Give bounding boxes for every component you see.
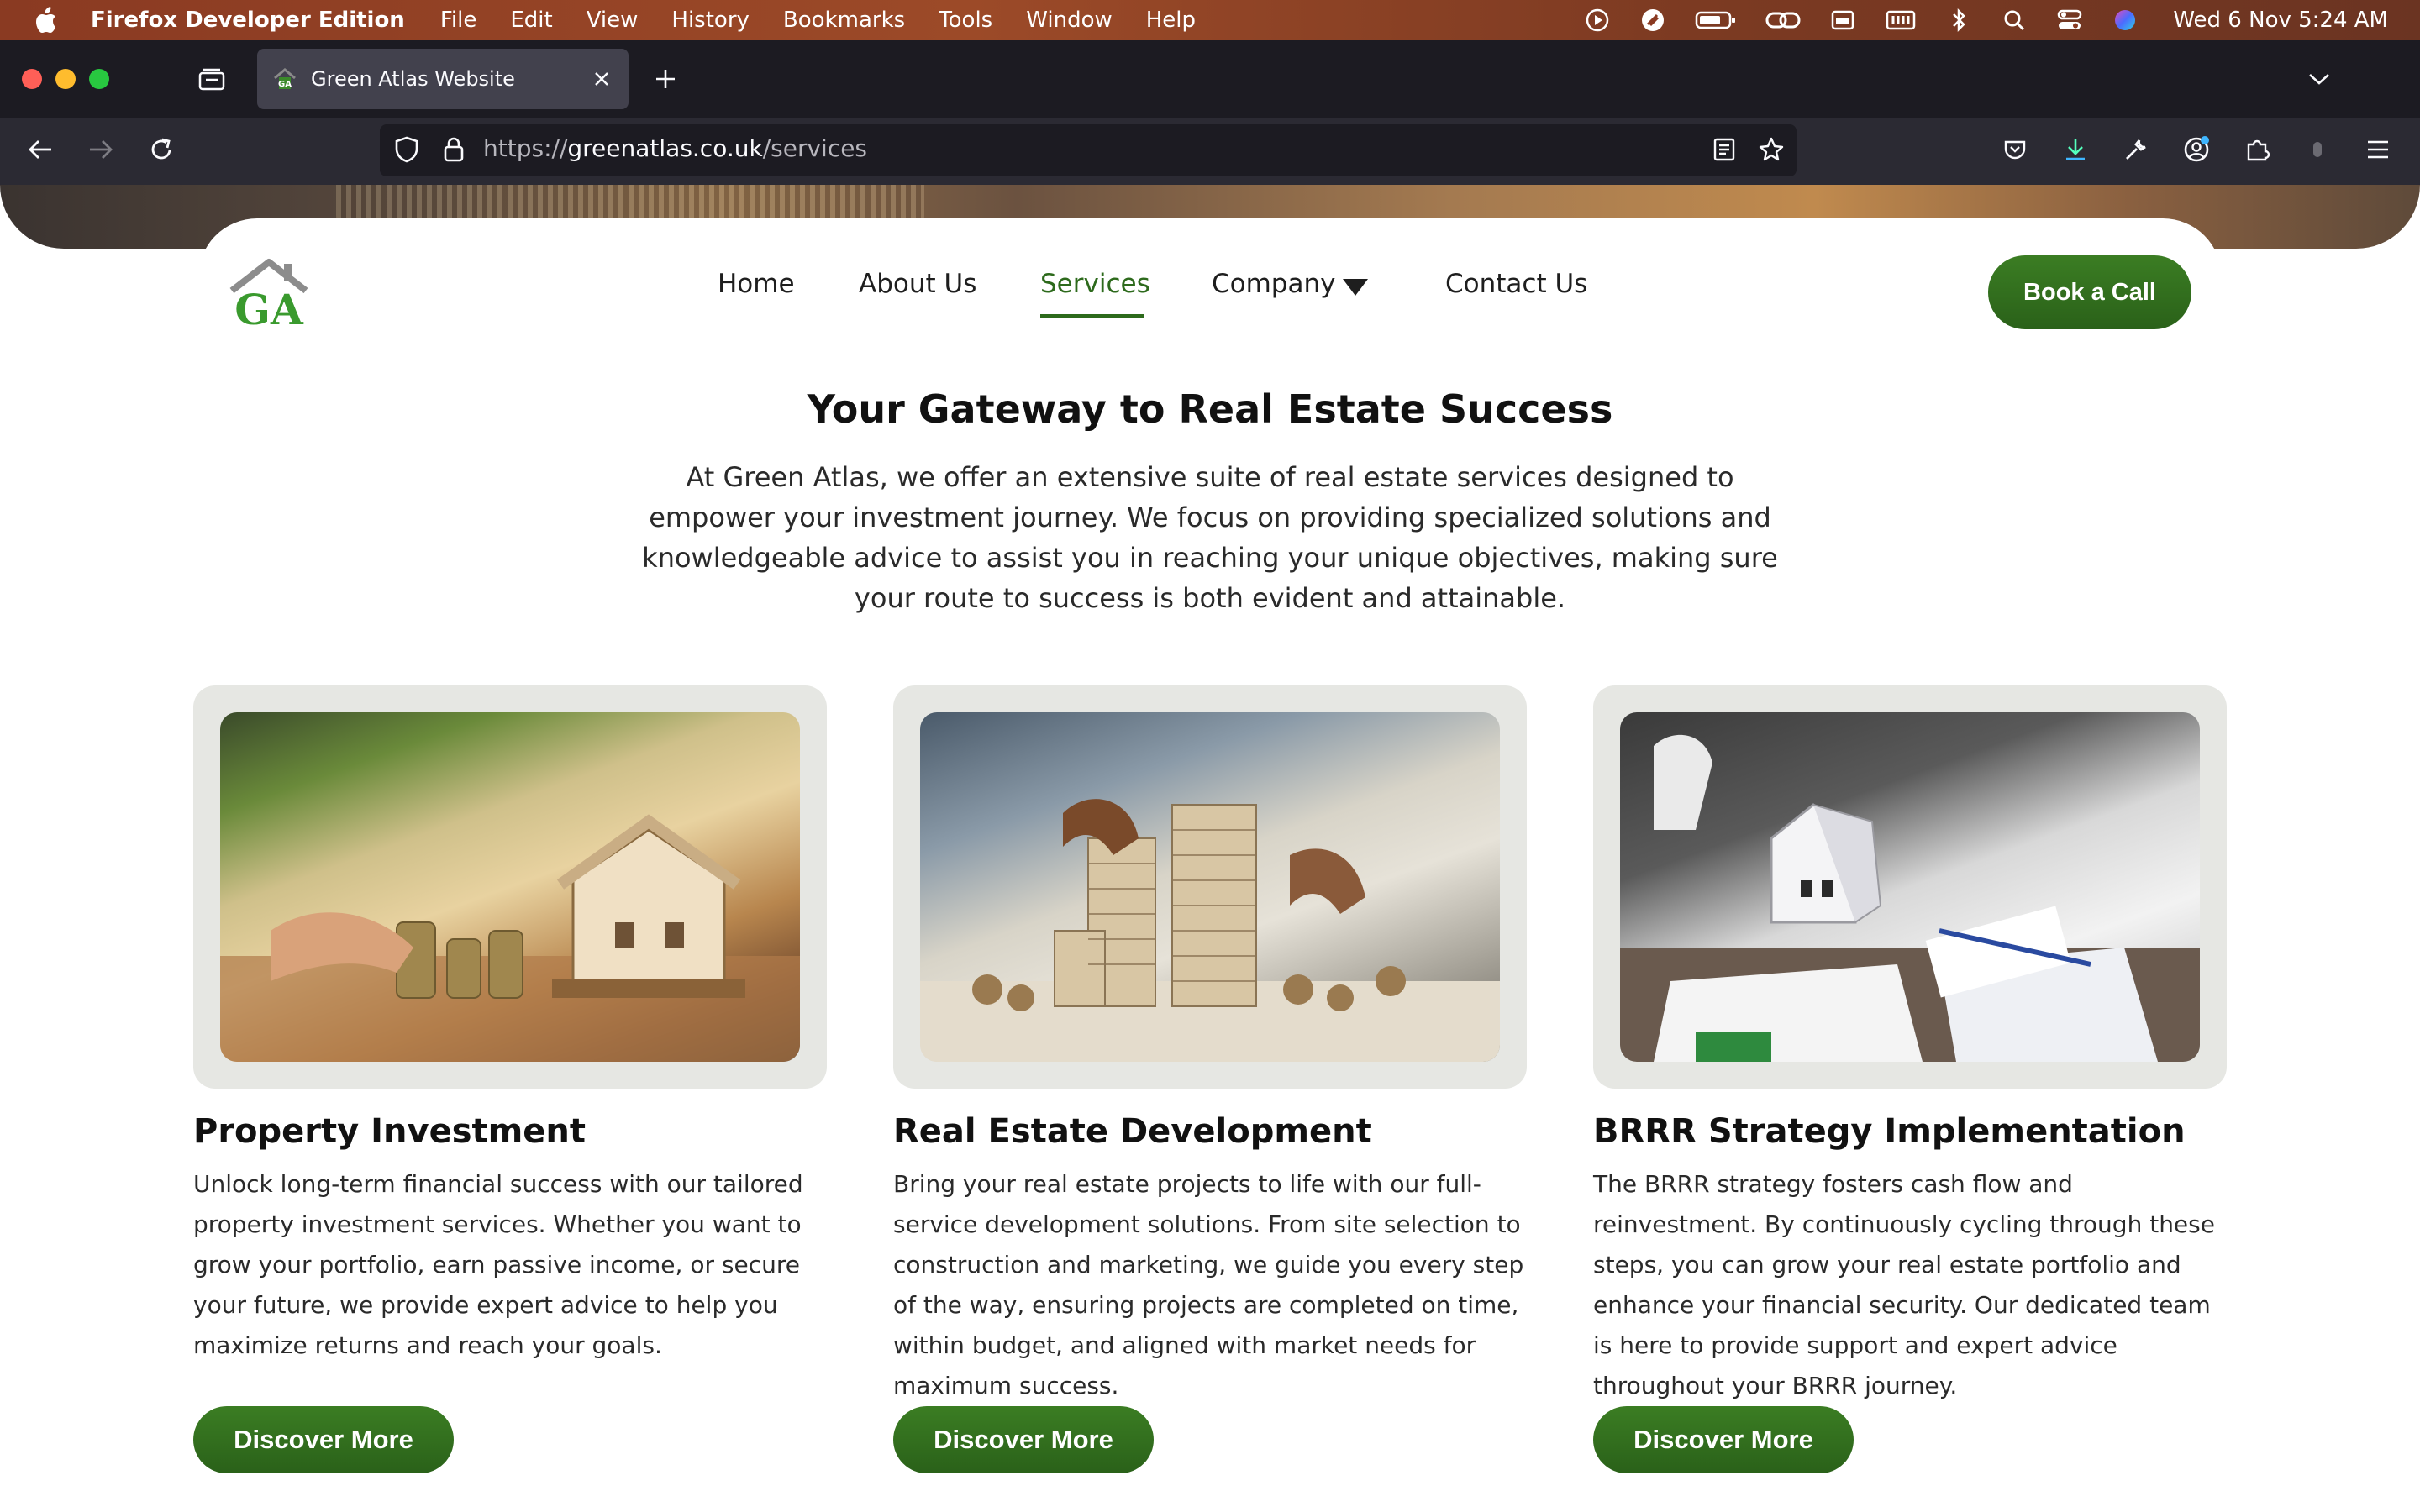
menubar-status-area: Wed 6 Nov 5:24 AM [1583, 0, 2388, 40]
menubar-clock[interactable]: Wed 6 Nov 5:24 AM [2173, 8, 2388, 33]
intro-paragraph: At Green Atlas, we offer an extensive su… [642, 461, 1778, 614]
company-dropdown-caret-icon[interactable] [1343, 279, 1368, 296]
property-investment-image [220, 712, 800, 1062]
calendar-icon[interactable] [1828, 6, 1857, 34]
service-title: BRRR Strategy Implementation [1593, 1112, 2186, 1151]
apple-logo-icon[interactable] [32, 6, 60, 34]
green-atlas-logo-icon[interactable]: GA [227, 257, 311, 329]
firefox-view-icon[interactable] [195, 62, 229, 96]
discover-more-button[interactable]: Discover More [893, 1406, 1154, 1473]
nav-about-link[interactable]: About Us [859, 269, 976, 299]
nav-home-link[interactable]: Home [718, 269, 795, 299]
service-title: Real Estate Development [893, 1112, 1372, 1151]
svg-text:GA: GA [234, 285, 304, 329]
new-tab-plus-icon[interactable] [649, 62, 682, 96]
menu-help[interactable]: Help [1146, 8, 1196, 33]
extensions-puzzle-icon[interactable] [2238, 131, 2275, 168]
brrr-strategy-image [1620, 712, 2200, 1062]
service-description: Bring your real estate projects to life … [893, 1170, 1524, 1399]
back-arrow-icon[interactable] [22, 131, 59, 168]
battery-icon[interactable] [1694, 6, 1738, 34]
developer-tools-wrench-icon[interactable] [2118, 131, 2154, 168]
window-zoom-button[interactable] [89, 69, 109, 89]
url-domain: greenatlas.co.uk [567, 134, 763, 162]
nav-active-underline [1040, 314, 1144, 318]
app-menu-hamburger-icon[interactable] [2360, 131, 2396, 168]
window-minimize-button[interactable] [55, 69, 76, 89]
extension-mic-icon[interactable] [2299, 131, 2336, 168]
discover-more-button[interactable]: Discover More [193, 1406, 454, 1473]
url-scheme: https:// [483, 134, 568, 162]
link-icon[interactable] [1765, 6, 1802, 34]
control-center-icon[interactable] [2055, 6, 2084, 34]
list-all-tabs-chevron-icon[interactable] [2302, 62, 2336, 96]
reader-view-icon[interactable] [1706, 131, 1743, 168]
page-headline: Your Gateway to Real Estate Success [807, 386, 1613, 432]
tracking-protection-shield-icon[interactable] [388, 131, 425, 168]
web-page: GA Home About Us Services Company Contac… [0, 185, 2420, 1512]
menu-window[interactable]: Window [1026, 8, 1113, 33]
reeder-icon[interactable] [1639, 6, 1667, 34]
downloads-icon[interactable] [2057, 131, 2094, 168]
url-text[interactable]: https://greenatlas.co.uk/services [483, 134, 867, 162]
menu-file[interactable]: File [440, 8, 477, 33]
tab-title: Green Atlas Website [311, 67, 515, 91]
menu-tools[interactable]: Tools [939, 8, 992, 33]
nav-contact-link[interactable]: Contact Us [1445, 269, 1587, 299]
service-description: Unlock long-term financial success with … [193, 1170, 803, 1359]
tab-close-icon[interactable] [590, 67, 613, 91]
menu-edit[interactable]: Edit [510, 8, 552, 33]
site-header-card [198, 218, 2222, 353]
bookmark-star-icon[interactable] [1753, 131, 1790, 168]
spotlight-icon[interactable] [2000, 6, 2028, 34]
menu-bookmarks[interactable]: Bookmarks [783, 8, 905, 33]
memory-icon[interactable] [1884, 6, 1918, 34]
account-icon[interactable] [2178, 131, 2215, 168]
reload-icon[interactable] [143, 131, 180, 168]
pocket-icon[interactable] [1996, 131, 2033, 168]
lock-icon[interactable] [435, 131, 472, 168]
service-title: Property Investment [193, 1112, 587, 1151]
nav-services-link[interactable]: Services [1040, 269, 1150, 299]
bluetooth-icon[interactable] [1944, 6, 1973, 34]
url-path: /services [762, 134, 868, 162]
svg-text:GA: GA [278, 80, 292, 89]
siri-icon[interactable] [2111, 6, 2139, 34]
window-close-button[interactable] [22, 69, 42, 89]
real-estate-development-image [920, 712, 1500, 1062]
macos-menubar: Firefox Developer Edition File Edit View… [0, 0, 2420, 40]
browser-tab-active[interactable]: GA Green Atlas Website [257, 49, 629, 109]
menu-view[interactable]: View [587, 8, 639, 33]
nav-company-link[interactable]: Company [1212, 269, 1335, 299]
menu-history[interactable]: History [671, 8, 750, 33]
discover-more-button[interactable]: Discover More [1593, 1406, 1854, 1473]
greenatlas-favicon-icon: GA [274, 68, 296, 89]
book-a-call-button[interactable]: Book a Call [1988, 255, 2191, 329]
forward-arrow-icon[interactable] [82, 131, 119, 168]
app-name-menu[interactable]: Firefox Developer Edition [91, 8, 405, 33]
play-icon[interactable] [1583, 6, 1612, 34]
service-description: The BRRR strategy fosters cash flow and … [1593, 1170, 2215, 1399]
